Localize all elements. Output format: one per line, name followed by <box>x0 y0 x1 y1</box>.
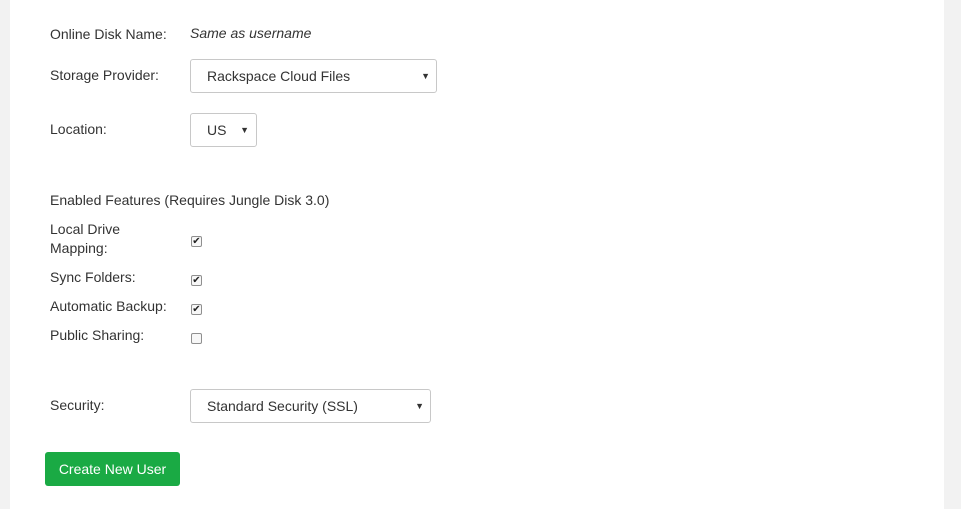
security-label: Security: <box>50 397 105 413</box>
location-label: Location: <box>50 121 107 137</box>
security-value: Standard Security (SSL) <box>207 398 358 414</box>
disk-name-label: Online Disk Name: <box>50 26 167 42</box>
public-sharing-checkbox[interactable] <box>191 333 202 344</box>
chevron-down-icon: ▼ <box>421 71 430 81</box>
checkmark-icon: ✔ <box>192 304 201 315</box>
disk-name-value: Same as username <box>190 25 312 41</box>
local-drive-mapping-label: Local Drive Mapping: <box>50 220 120 258</box>
automatic-backup-label: Automatic Backup: <box>50 298 167 314</box>
chevron-down-icon: ▼ <box>240 125 249 135</box>
chevron-down-icon: ▼ <box>415 401 424 411</box>
enabled-features-heading: Enabled Features (Requires Jungle Disk 3… <box>50 192 330 208</box>
checkmark-icon: ✔ <box>192 275 201 286</box>
location-select[interactable]: US ▼ <box>190 113 257 147</box>
checkmark-icon: ✔ <box>192 236 201 247</box>
local-drive-mapping-label-line1: Local Drive <box>50 221 121 237</box>
location-value: US <box>207 122 227 138</box>
create-new-user-button[interactable]: Create New User <box>45 452 180 486</box>
public-sharing-label: Public Sharing: <box>50 327 145 343</box>
storage-provider-label: Storage Provider: <box>50 67 159 83</box>
sync-folders-checkbox[interactable]: ✔ <box>191 275 202 286</box>
sync-folders-label: Sync Folders: <box>50 269 136 285</box>
storage-provider-select[interactable]: Rackspace Cloud Files ▼ <box>190 59 437 93</box>
security-select[interactable]: Standard Security (SSL) ▼ <box>190 389 431 423</box>
local-drive-mapping-checkbox[interactable]: ✔ <box>191 236 202 247</box>
storage-provider-value: Rackspace Cloud Files <box>207 68 351 84</box>
automatic-backup-checkbox[interactable]: ✔ <box>191 304 202 315</box>
local-drive-mapping-label-line2: Mapping: <box>50 240 108 256</box>
